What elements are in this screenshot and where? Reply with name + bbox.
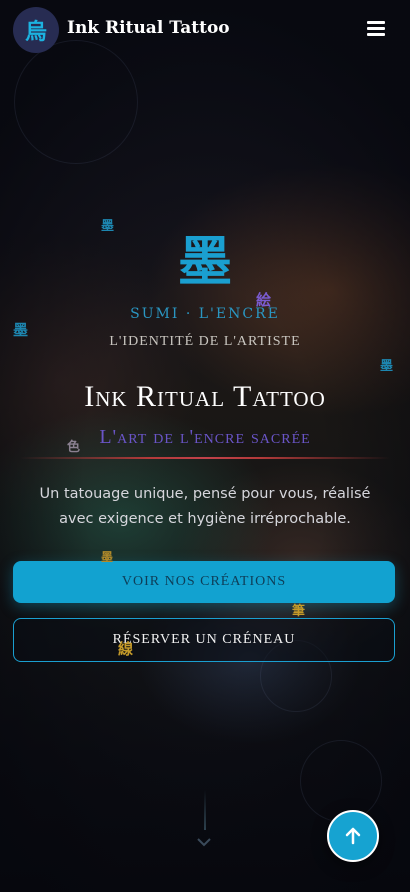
decorative-circle — [300, 740, 382, 822]
hero-kanji: 墨 — [178, 230, 232, 293]
scroll-to-top-button[interactable] — [327, 810, 379, 862]
floating-glyph: 墨 — [101, 219, 115, 234]
floating-glyph: 絵 — [256, 291, 272, 309]
brand-name[interactable]: Ink Ritual Tattoo — [67, 18, 230, 38]
site-header: 烏 Ink Ritual Tattoo — [0, 0, 410, 60]
hero-description: Un tatouage unique, pensé pour vous, réa… — [39, 486, 371, 527]
floating-glyph: 線 — [118, 640, 134, 658]
floating-glyph: 墨 — [380, 359, 394, 374]
hamburger-icon[interactable] — [367, 21, 385, 37]
tagline-divider — [20, 457, 390, 459]
book-slot-button[interactable]: RÉSERVER UN CRÉNEAU — [13, 618, 395, 662]
floating-glyph: 墨 — [101, 550, 114, 564]
floating-glyph: 墨 — [13, 321, 29, 339]
floating-glyph: 筆 — [292, 604, 306, 619]
logo[interactable]: 烏 — [13, 7, 59, 53]
logo-glyph: 烏 — [24, 20, 47, 45]
arrow-up-icon — [345, 827, 361, 845]
kanji-caption: SUMI · L'ENCRE — [130, 306, 280, 322]
view-creations-button[interactable]: VOIR NOS CRÉATIONS — [13, 561, 395, 603]
scroll-indicator-line — [204, 790, 206, 830]
chevron-down-icon[interactable] — [196, 836, 212, 848]
hero-tagline: L'art de l'encre sacrée — [99, 426, 311, 448]
identity-label: L'IDENTITÉ DE L'ARTISTE — [109, 334, 301, 349]
floating-glyph: 色 — [67, 440, 81, 455]
hero-title: Ink Ritual Tattoo — [84, 380, 326, 413]
